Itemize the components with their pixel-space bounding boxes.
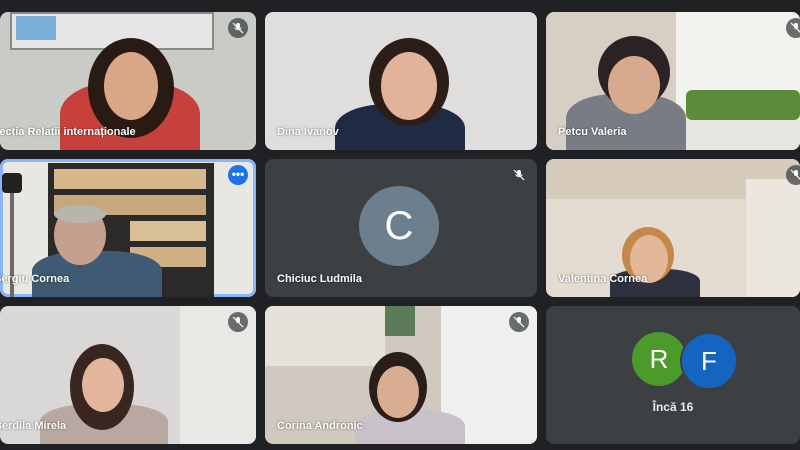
participant-name: Chiciuc Ludmila: [277, 273, 362, 285]
lamp: [2, 173, 22, 193]
participant-name: Dina Ivanov: [277, 126, 339, 138]
mic-off-icon: [228, 18, 248, 38]
participant-tile[interactable]: Corina Andronic: [265, 306, 537, 444]
mic-off-icon: [509, 312, 529, 332]
more-participants-tile[interactable]: R F Încă 16: [546, 306, 800, 444]
participant-name: Valentina Cornea: [558, 273, 648, 285]
mic-off-icon: [228, 312, 248, 332]
participant-tile-active[interactable]: ••• Sergiu Cornea: [0, 159, 256, 297]
avatar: F: [680, 332, 738, 390]
plants: [686, 90, 800, 120]
participant-name: Sergiu Cornea: [0, 273, 70, 285]
chart-image: [16, 16, 56, 40]
participant-name: Petcu Valeria: [558, 126, 627, 138]
participant-name: Corina Andronic: [277, 420, 363, 432]
participant-tile[interactable]: C Chiciuc Ludmila: [265, 159, 537, 297]
painting: [385, 306, 415, 336]
participant-tile[interactable]: Dina Ivanov: [265, 12, 537, 150]
mic-off-icon: [786, 18, 800, 38]
participant-tile[interactable]: Petcu Valeria: [546, 12, 800, 150]
mic-off-icon: [786, 165, 800, 185]
participant-tile[interactable]: Berdila Mirela: [0, 306, 256, 444]
door: [746, 179, 800, 297]
participant-name: Secția Relații internaționale: [0, 126, 136, 138]
avatar: C: [359, 186, 439, 266]
more-participants-label: Încă 16: [652, 400, 694, 414]
participant-tile[interactable]: Secția Relații internaționale: [0, 12, 256, 150]
avatar: R: [632, 332, 686, 386]
mic-off-icon: [509, 165, 529, 185]
participant-tile[interactable]: Valentina Cornea: [546, 159, 800, 297]
more-options-icon[interactable]: •••: [228, 165, 248, 185]
participant-name: Berdila Mirela: [0, 420, 67, 432]
